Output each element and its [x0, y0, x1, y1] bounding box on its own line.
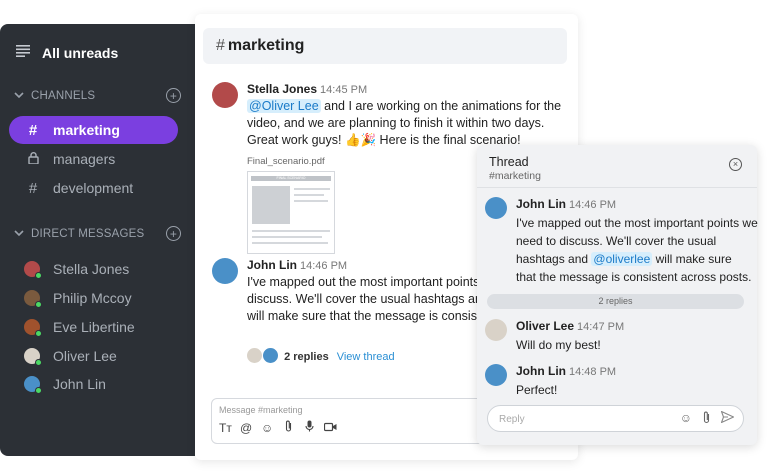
avatar[interactable] [485, 197, 507, 219]
thread-summary[interactable]: 2 replies View thread [247, 348, 395, 366]
message-time: 14:45 PM [320, 84, 368, 96]
avatar [24, 348, 42, 366]
all-unreads-header[interactable]: All unreads [16, 44, 118, 62]
add-channel-icon[interactable]: + [166, 88, 181, 103]
message-author[interactable]: Stella Jones [247, 82, 317, 96]
microphone-icon[interactable] [303, 420, 315, 435]
dm-label: Stella Jones [53, 261, 130, 277]
channels-section-header[interactable]: CHANNELS + [14, 88, 181, 103]
thread-reply-input[interactable]: Reply ☺ [487, 405, 744, 432]
message-author[interactable]: Oliver Lee [516, 319, 574, 333]
dm-item-stella-jones[interactable]: Stella Jones [24, 261, 130, 279]
avatar [263, 348, 279, 363]
hash-icon: # [28, 179, 38, 197]
avatar [24, 319, 42, 337]
replies-divider-pill: 2 replies [487, 294, 744, 309]
avatar [24, 261, 42, 279]
channel-label: managers [53, 151, 116, 167]
video-camera-icon[interactable] [323, 421, 337, 435]
view-thread-link[interactable]: View thread [337, 351, 395, 363]
thread-message: John Lin 14:48 PM Perfect! [485, 364, 747, 399]
dm-section-header[interactable]: DIRECT MESSAGES + [14, 226, 181, 241]
menu-lines-icon [16, 44, 30, 62]
dm-item-philip-mccoy[interactable]: Philip Mccoy [24, 290, 132, 308]
message-author[interactable]: John Lin [247, 258, 297, 272]
avatar [247, 348, 262, 363]
thread-title: Thread [489, 155, 529, 169]
thread-message: Oliver Lee 14:47 PM Will do my best! [485, 319, 747, 354]
channel-item-marketing[interactable]: # marketing [9, 116, 178, 144]
mention-link[interactable]: @oliverlee [591, 252, 653, 266]
emoji-icon[interactable]: ☺ [680, 411, 692, 427]
dm-label: John Lin [53, 376, 106, 392]
avatar[interactable] [485, 319, 507, 341]
avatar[interactable] [485, 364, 507, 386]
avatar [24, 290, 42, 308]
message-text: I've mapped out the most important point… [516, 216, 758, 284]
mention-link[interactable]: @Oliver Lee [247, 99, 321, 113]
message-time: 14:46 PM [300, 260, 348, 272]
preview-image-placeholder [252, 186, 290, 224]
channel-header: # marketing [203, 28, 567, 64]
hash-icon: # [216, 37, 225, 54]
lock-icon [27, 151, 39, 168]
channel-item-development[interactable]: # development [9, 174, 178, 202]
dm-item-oliver-lee[interactable]: Oliver Lee [24, 348, 117, 366]
message-text: @Oliver Lee and I are working on the ani… [247, 99, 562, 147]
send-icon[interactable] [720, 410, 735, 427]
message-time: 14:46 PM [569, 199, 617, 211]
dm-label: Oliver Lee [53, 348, 117, 364]
attach-icon[interactable] [702, 411, 711, 427]
text-format-icon[interactable]: Tт [219, 421, 232, 435]
message-text: Will do my best! [516, 338, 601, 352]
emoji-icon[interactable]: ☺ [261, 421, 273, 435]
attach-icon[interactable] [282, 420, 294, 435]
message-text: Perfect! [516, 383, 558, 397]
add-dm-icon[interactable]: + [166, 226, 181, 241]
message-time: 14:47 PM [577, 321, 625, 333]
channel-label: marketing [53, 122, 120, 138]
attachment-preview-title: FINAL SCENARIO [251, 176, 331, 181]
reply-placeholder: Reply [499, 414, 525, 425]
composer-placeholder: Message #marketing [219, 405, 303, 415]
chevron-down-icon [14, 228, 24, 240]
channels-heading: CHANNELS [31, 89, 96, 102]
dm-item-john-lin[interactable]: John Lin [24, 376, 106, 394]
thread-panel: Thread #marketing × John Lin 14:46 PM I'v… [477, 145, 758, 445]
message-author[interactable]: John Lin [516, 364, 566, 378]
avatar[interactable] [212, 258, 238, 284]
channel-label: development [53, 180, 134, 196]
sidebar: All unreads CHANNELS + # marketing manag… [0, 24, 195, 456]
attachment-preview[interactable]: FINAL SCENARIO [247, 171, 335, 254]
channel-item-managers[interactable]: managers [9, 145, 178, 173]
thread-message: John Lin 14:46 PM I've mapped out the mos… [485, 197, 758, 286]
avatar [24, 376, 42, 394]
dm-label: Philip Mccoy [53, 290, 132, 306]
close-icon[interactable]: × [729, 158, 742, 171]
message-time: 14:48 PM [569, 366, 617, 378]
mention-icon[interactable]: @ [240, 421, 252, 435]
chevron-down-icon [14, 90, 24, 102]
divider [477, 187, 757, 188]
thread-channel: #marketing [489, 170, 541, 182]
avatar[interactable] [212, 82, 238, 108]
hash-icon: # [28, 121, 38, 139]
dm-item-eve-libertine[interactable]: Eve Libertine [24, 319, 135, 337]
all-unreads-label: All unreads [42, 45, 119, 61]
message-author[interactable]: John Lin [516, 197, 566, 211]
channel-title: marketing [227, 37, 305, 54]
direct-messages-heading: DIRECT MESSAGES [31, 227, 145, 240]
replies-count: 2 replies [284, 351, 329, 363]
dm-label: Eve Libertine [53, 319, 135, 335]
